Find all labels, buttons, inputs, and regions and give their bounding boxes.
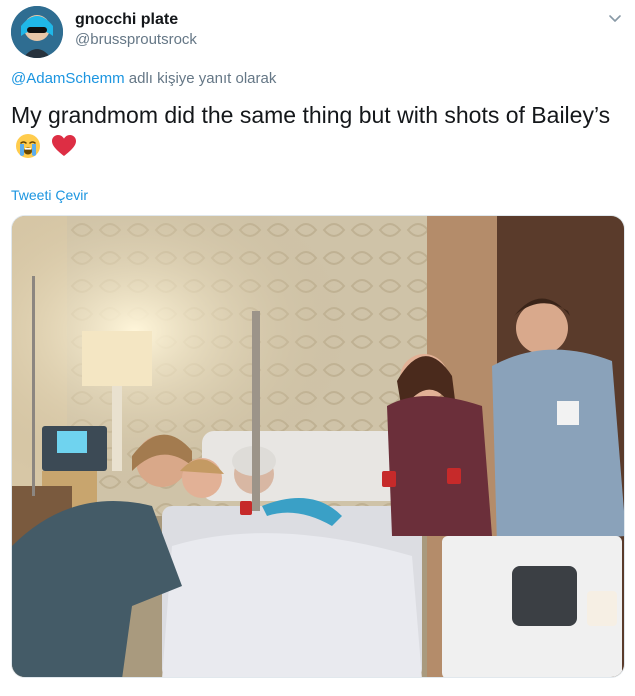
reply-context: @AdamSchemm adlı kişiye yanıt olarak — [11, 69, 276, 89]
tweet-photo[interactable] — [11, 215, 625, 678]
reply-mention-link[interactable]: @AdamSchemm — [11, 70, 125, 87]
loudly-crying-face-icon — [15, 133, 41, 159]
display-name[interactable]: gnocchi plate — [75, 10, 197, 30]
translate-tweet-link[interactable]: Tweeti Çevir — [11, 186, 88, 204]
avatar[interactable] — [11, 6, 63, 58]
tweet-body: My grandmom did the same thing but with … — [11, 102, 611, 128]
tweet-text: My grandmom did the same thing but with … — [11, 100, 611, 162]
user-handle[interactable]: @brussproutsrock — [75, 30, 197, 50]
red-heart-icon — [51, 133, 77, 159]
reply-suffix: adlı kişiye yanıt olarak — [124, 70, 277, 87]
author-names: gnocchi plate @brussproutsrock — [75, 10, 197, 50]
tweet-header: gnocchi plate @brussproutsrock — [11, 6, 623, 58]
chevron-down-icon[interactable] — [607, 10, 623, 26]
